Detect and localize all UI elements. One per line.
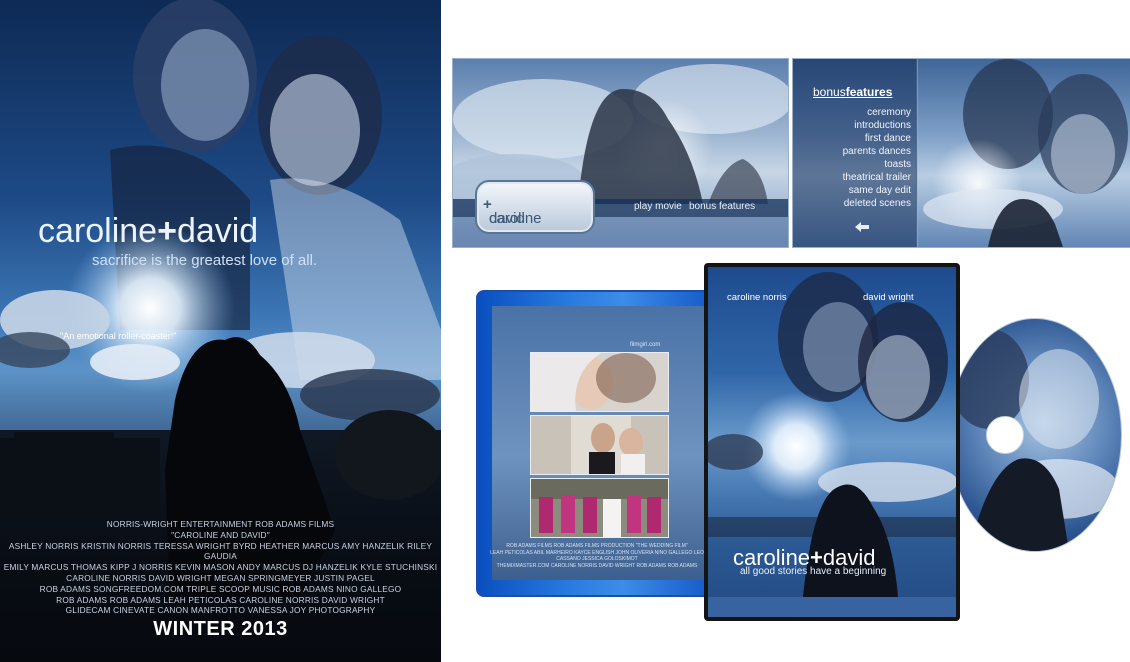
left-arrow-icon[interactable] — [855, 222, 869, 232]
credit-line: ROB ADAMS SONGFREEDOM.COM TRIPLE SCOOP M… — [39, 583, 402, 594]
poster-tagline: sacrifice is the greatest love of all. — [92, 252, 318, 269]
credit-line: ROB ADAMS FILMS ROB ADAMS FILMS PRODUCTI… — [506, 543, 688, 549]
credit-line: ASHLEY NORRIS KRISTIN NORRIS TERESSA WRI… — [8, 540, 433, 562]
bonus-features-heading: bonusfeatures — [813, 85, 893, 99]
disc-hole — [986, 416, 1024, 454]
bluray-credits: ROB ADAMS FILMS ROB ADAMS FILMS PRODUCTI… — [488, 543, 706, 569]
still-photo-bridal-party — [530, 478, 669, 538]
review-quote: "An emotional roller-coaster!" — [60, 331, 177, 341]
menu-item-same-day-edit[interactable]: same day edit — [793, 185, 911, 196]
play-movie-button[interactable]: play movie — [634, 201, 682, 212]
credit-line: CAROLINE NORRIS DAVID WRIGHT MEGAN SPRIN… — [66, 572, 375, 583]
credit-line: THEMIXMASTER.COM CAROLINE NORRIS DAVID W… — [496, 562, 698, 569]
credit-line: NORRIS-WRIGHT ENTERTAINMENT ROB ADAMS FI… — [106, 519, 335, 529]
menu-item-toasts[interactable]: toasts — [793, 159, 911, 170]
credit-line: GLIDECAM CINEVATE CANON MANFROTTO VANESS… — [65, 605, 376, 616]
bonus-features-button[interactable]: bonus features — [689, 201, 755, 212]
plaque-title: caroline + david — [483, 196, 542, 227]
menu-item-first-dance[interactable]: first dance — [793, 133, 911, 144]
dvd-tagline: all good stories have a beginning — [740, 566, 887, 577]
credit-line: "CAROLINE AND DAVID" — [171, 529, 270, 540]
credit-line: LEAH PETICOLAS ABIL MARHEIRO KAYCE ENGLI… — [490, 549, 704, 563]
poster-title: caroline+david — [38, 212, 259, 250]
disc — [948, 318, 1122, 552]
credit-line: EMILY MARCUS THOMAS KIPP J NORRIS KEVIN … — [3, 562, 438, 573]
menu-item-theatrical-trailer[interactable]: theatrical trailer — [793, 172, 911, 183]
menu-item-introductions[interactable]: introductions — [793, 120, 911, 131]
actor-name-left: caroline norris — [727, 292, 787, 303]
release-date: WINTER 2013 — [153, 618, 288, 640]
menu-item-deleted-scenes[interactable]: deleted scenes — [793, 198, 911, 209]
still-photo-couple — [530, 415, 669, 475]
review-source: filmgirl.com — [630, 342, 661, 348]
title-plaque: caroline + david — [475, 180, 595, 234]
actor-name-right: david wright — [863, 292, 914, 303]
dvd-main-menu: play movie bonus features caroline + david — [452, 58, 789, 248]
poster-credits: NORRIS-WRIGHT ENTERTAINMENT ROB ADAMS FI… — [0, 519, 441, 616]
still-photo-bride — [530, 352, 669, 412]
dvd-bonus-menu: bonusfeatures ceremony introductions fir… — [792, 58, 1130, 248]
menu-item-parents-dances[interactable]: parents dances — [793, 146, 911, 157]
disc-artwork — [949, 329, 1119, 551]
menu-item-ceremony[interactable]: ceremony — [793, 107, 911, 118]
credit-line: ROB ADAMS ROB ADAMS LEAH PETICOLAS CAROL… — [56, 594, 385, 605]
